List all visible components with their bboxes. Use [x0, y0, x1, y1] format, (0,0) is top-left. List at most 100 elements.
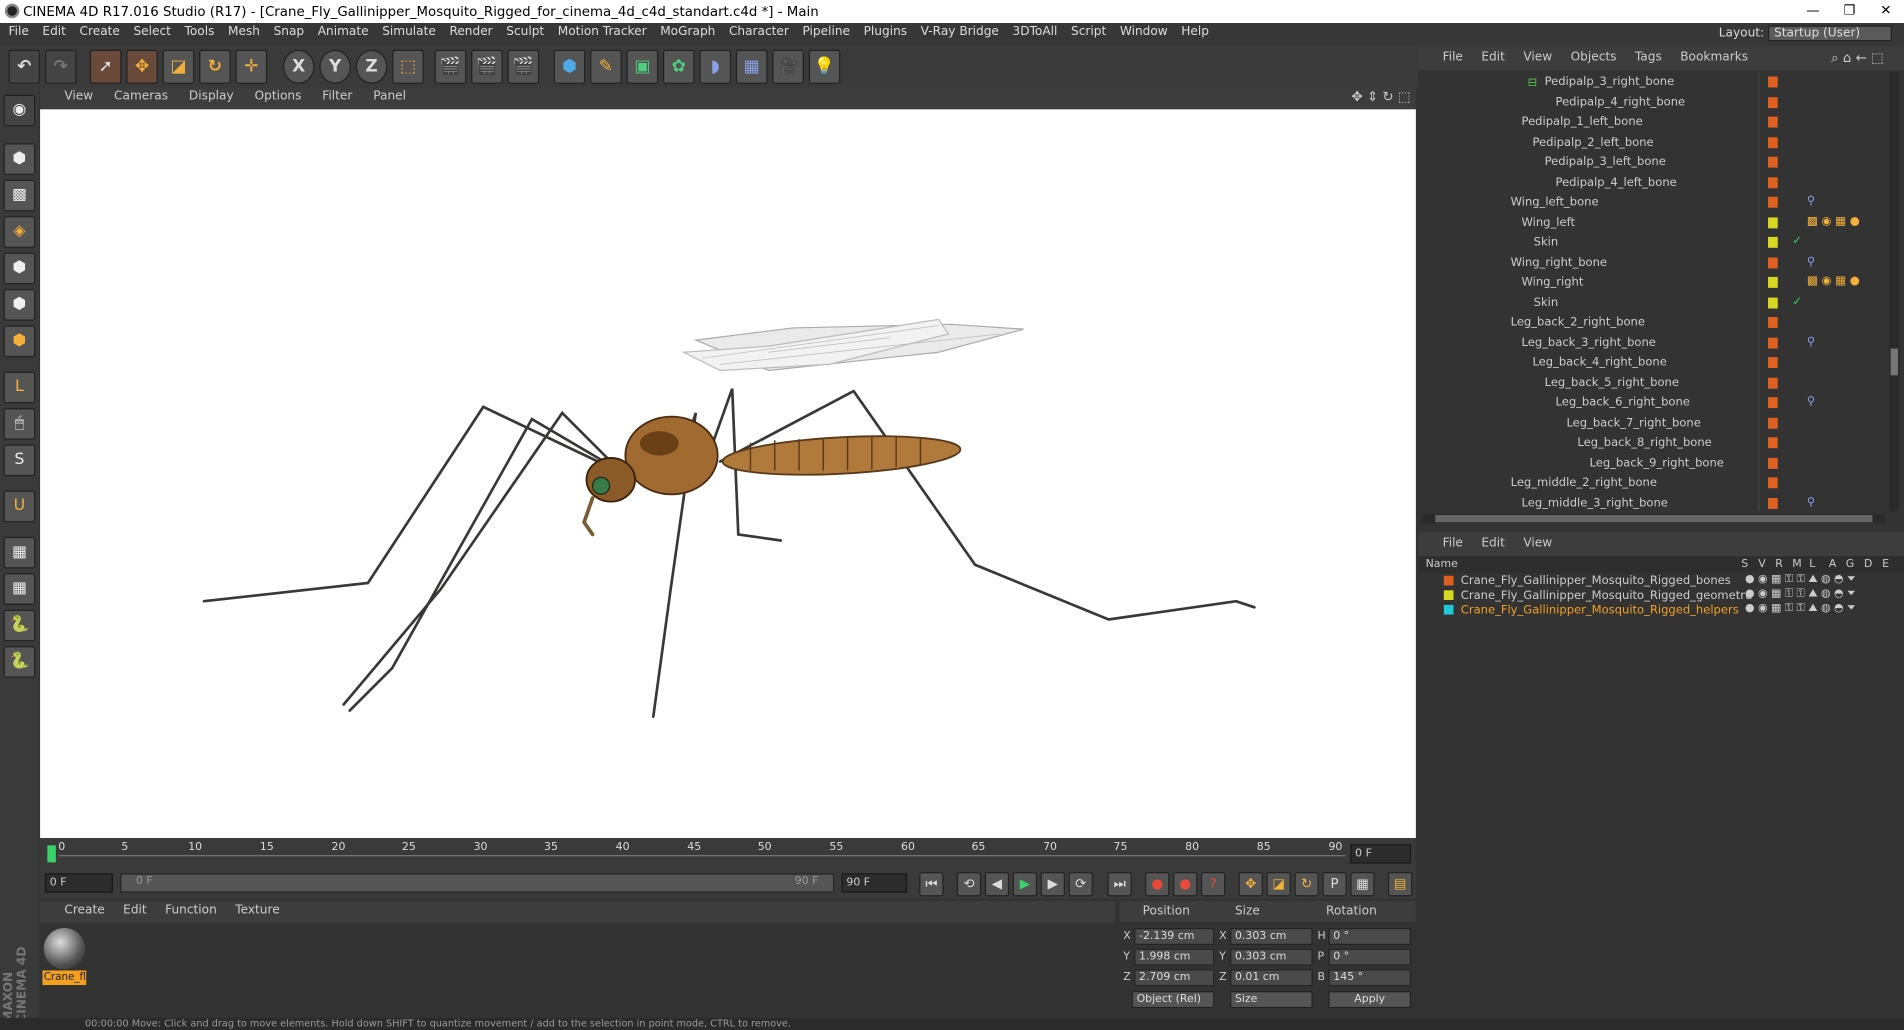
deformer-icon[interactable]: ◗: [699, 49, 732, 84]
pos-y-field[interactable]: 1.998 cm: [1134, 948, 1215, 966]
previous-key-icon[interactable]: ⟲: [956, 872, 982, 897]
menu-character[interactable]: Character: [724, 23, 794, 39]
cloner-icon[interactable]: ✿: [663, 49, 695, 84]
viewport-menu-options[interactable]: Options: [246, 87, 310, 103]
tree-row[interactable]: Leg_back_3_right_bone ⚲: [1418, 333, 1887, 353]
3d-viewport[interactable]: [40, 109, 1416, 839]
tree-row[interactable]: ⊟ Pedipalp_3_right_bone: [1418, 73, 1887, 93]
axis-mode-icon[interactable]: L: [3, 371, 36, 404]
floor-icon[interactable]: ▦: [735, 49, 768, 84]
recent-tool-icon[interactable]: ✛: [235, 49, 268, 84]
ik-tag-icon[interactable]: ⚲: [1807, 395, 1815, 408]
ik-tag-icon[interactable]: ⚲: [1807, 495, 1815, 508]
model-mode-icon[interactable]: ⬢: [3, 143, 36, 175]
end-frame-field[interactable]: 90 F: [841, 873, 908, 893]
viewport-menu-display[interactable]: Display: [180, 87, 242, 103]
key-position-icon[interactable]: ✥: [1238, 872, 1263, 897]
layer-toggle-icons[interactable]: ● ◉ ▦ ⚿ ⚿ ⛰ ◍ ◓ ⏷: [1745, 588, 1856, 600]
move-tool-icon[interactable]: ✥: [126, 49, 158, 84]
menu-pipeline[interactable]: Pipeline: [798, 23, 855, 39]
key-scale-icon[interactable]: ◪: [1266, 872, 1291, 897]
tree-row[interactable]: Wing_right ▩ ◉ ▦ ●: [1418, 273, 1887, 293]
tree-row[interactable]: Wing_left ▩ ◉ ▦ ●: [1418, 213, 1887, 233]
menu-script[interactable]: Script: [1066, 23, 1111, 39]
undo-icon[interactable]: ↶: [8, 49, 41, 84]
points-mode-icon[interactable]: ⬢: [3, 252, 36, 285]
menu-simulate[interactable]: Simulate: [377, 23, 440, 39]
maximize-icon[interactable]: ❐: [1831, 0, 1867, 23]
frame-range-slider[interactable]: 0 F 90 F: [120, 873, 835, 893]
timeline-playhead[interactable]: [47, 845, 56, 863]
menu-sculpt[interactable]: Sculpt: [501, 23, 549, 39]
menu-plugins[interactable]: Plugins: [859, 23, 912, 39]
ik-tag-icon[interactable]: ⚲: [1807, 194, 1815, 207]
menu-mograph[interactable]: MoGraph: [655, 23, 720, 39]
polygons-mode-icon[interactable]: ⬢: [3, 325, 36, 358]
tree-row[interactable]: Skin ✓: [1418, 293, 1887, 313]
viewport-menu-panel[interactable]: Panel: [365, 87, 415, 103]
size-mode-dropdown[interactable]: Size: [1230, 991, 1313, 1009]
object-menu-view[interactable]: View: [1516, 46, 1559, 64]
object-menu-tags[interactable]: Tags: [1628, 46, 1669, 64]
menu-edit[interactable]: Edit: [38, 23, 71, 39]
spline-pen-icon[interactable]: ✎: [590, 49, 622, 84]
go-to-start-icon[interactable]: ⏮: [919, 872, 944, 897]
start-frame-field[interactable]: 0 F: [44, 873, 113, 893]
object-manager-nav-icons[interactable]: ⌕ ⌂ ← ⬚: [1831, 50, 1884, 67]
menu-help[interactable]: Help: [1176, 23, 1213, 39]
subdivision-surface-icon[interactable]: ▣: [626, 49, 659, 84]
pos-x-field[interactable]: -2.139 cm: [1134, 927, 1215, 945]
edges-mode-icon[interactable]: ⬢: [3, 289, 36, 321]
current-frame-field[interactable]: 0 F: [1350, 844, 1412, 864]
tree-row[interactable]: Leg_back_2_right_bone: [1418, 313, 1887, 333]
coordinate-mode-dropdown[interactable]: Object (Rel): [1131, 991, 1215, 1009]
texture-mode-icon[interactable]: ▩: [3, 179, 36, 212]
camera-icon[interactable]: 🎥: [772, 49, 804, 84]
apply-button[interactable]: Apply: [1328, 991, 1412, 1009]
layer-color-swatch[interactable]: [1443, 590, 1454, 601]
object-tree-hscroll[interactable]: [1423, 513, 1885, 524]
x-axis-lock-icon[interactable]: X: [282, 49, 315, 84]
tree-row[interactable]: Pedipalp_2_left_bone: [1418, 133, 1887, 153]
next-key-icon[interactable]: ⟳: [1068, 872, 1093, 897]
material-tags-icon[interactable]: ▩ ◉ ▦ ●: [1807, 274, 1860, 287]
key-pla-icon[interactable]: ▦: [1350, 872, 1375, 897]
render-view-icon[interactable]: 🎬: [434, 49, 467, 84]
layout-dropdown[interactable]: Startup (User): [1768, 25, 1892, 42]
make-editable-icon[interactable]: ◉: [3, 94, 36, 127]
python-icon[interactable]: 🐍: [3, 609, 36, 642]
material-item[interactable]: Crane_fl: [42, 927, 87, 986]
render-settings-icon[interactable]: 🎬: [507, 49, 540, 84]
magnet-icon[interactable]: U: [3, 490, 36, 523]
material-menu-create[interactable]: Create: [40, 901, 112, 917]
rot-b-field[interactable]: 145 °: [1328, 969, 1412, 987]
menu-create[interactable]: Create: [75, 23, 125, 39]
redo-icon[interactable]: ↷: [44, 49, 77, 84]
tree-row[interactable]: Wing_left_bone ⚲: [1418, 193, 1887, 213]
render-picture-viewer-icon[interactable]: 🎬: [471, 49, 503, 84]
menu-snap[interactable]: Snap: [269, 23, 309, 39]
tree-row[interactable]: Leg_middle_2_right_bone: [1418, 474, 1887, 494]
tree-row[interactable]: Leg_back_6_right_bone ⚲: [1418, 394, 1887, 414]
close-icon[interactable]: ✕: [1868, 0, 1904, 23]
tweak-mode-icon[interactable]: 🖱: [3, 408, 36, 440]
layer-color-swatch[interactable]: [1443, 604, 1454, 615]
layer-menu-edit[interactable]: Edit: [1474, 532, 1512, 550]
rot-p-field[interactable]: 0 °: [1328, 948, 1412, 966]
tree-row[interactable]: Skin ✓: [1418, 233, 1887, 253]
object-menu-edit[interactable]: Edit: [1474, 46, 1512, 64]
tree-row[interactable]: Pedipalp_4_left_bone: [1418, 173, 1887, 193]
menu-vray-bridge[interactable]: V-Ray Bridge: [916, 23, 1004, 39]
menu-tools[interactable]: Tools: [180, 23, 220, 39]
pos-z-field[interactable]: 2.709 cm: [1134, 969, 1215, 987]
planar-workplane-icon[interactable]: ▦: [3, 573, 36, 605]
z-axis-lock-icon[interactable]: Z: [355, 49, 388, 84]
timeline-window-icon[interactable]: ▤: [1387, 872, 1413, 897]
autokeying-icon[interactable]: ●: [1173, 872, 1198, 897]
material-menu-function[interactable]: Function: [158, 901, 224, 917]
menu-motion-tracker[interactable]: Motion Tracker: [553, 23, 652, 39]
snapping-icon[interactable]: S: [3, 444, 36, 477]
cube-object-icon[interactable]: ⬢: [553, 49, 586, 84]
key-rotation-icon[interactable]: ↻: [1294, 872, 1319, 897]
tree-row[interactable]: Pedipalp_1_left_bone: [1418, 113, 1887, 133]
